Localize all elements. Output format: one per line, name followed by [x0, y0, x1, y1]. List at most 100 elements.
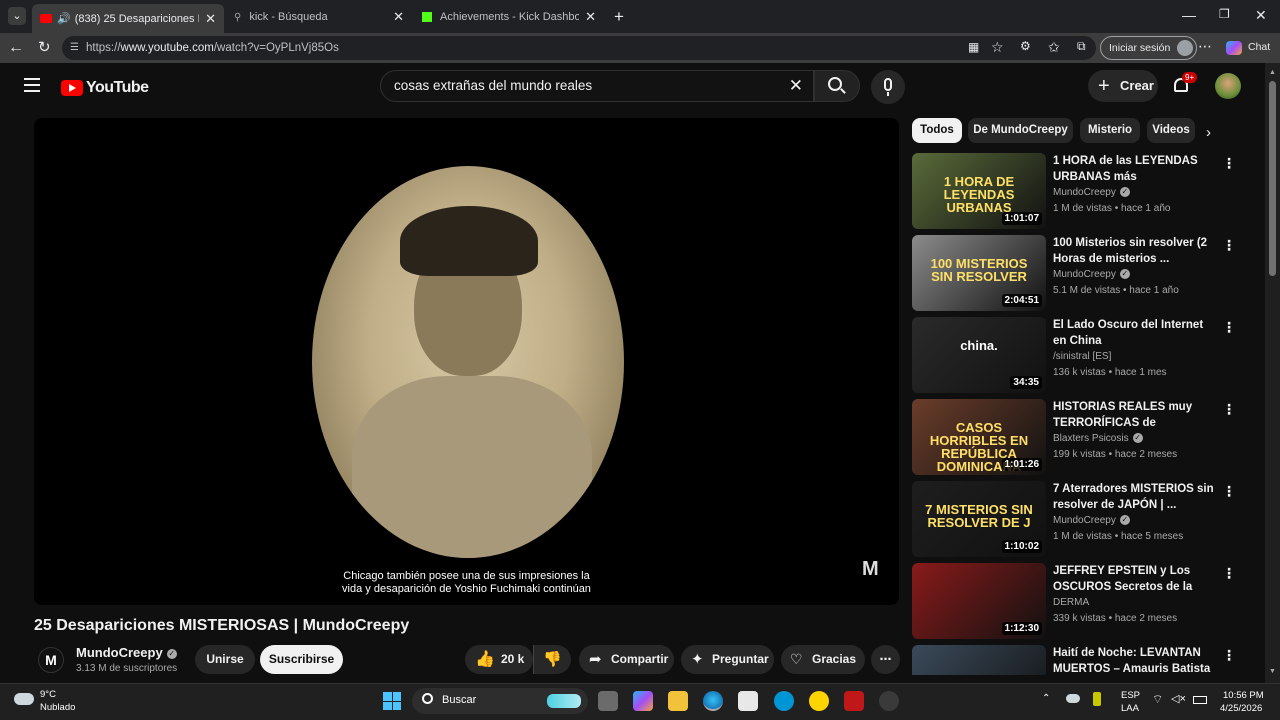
- chips-next-icon[interactable]: ›: [1206, 124, 1211, 141]
- recommendation-item[interactable]: 1 HORA DE LEYENDAS URBANAS 1:01:07 1 HORA …: [912, 153, 1242, 231]
- dislike-button[interactable]: 👎: [533, 645, 571, 674]
- signin-button[interactable]: Iniciar sesión: [1100, 36, 1198, 60]
- more-vertical-icon[interactable]: ⋮: [1222, 155, 1236, 172]
- more-actions-button[interactable]: ⋯: [871, 645, 900, 674]
- close-tab-icon[interactable]: ✕: [393, 9, 404, 25]
- battery-icon[interactable]: [1193, 696, 1207, 704]
- recommendation-item[interactable]: CASOS HORRIBLES EN REPÚBLICA DOMINICANA 1…: [912, 399, 1242, 477]
- chat-label[interactable]: Chat: [1248, 42, 1270, 53]
- maximize-icon[interactable]: ❐: [1219, 8, 1230, 20]
- like-button[interactable]: 👍 20 k: [465, 645, 533, 674]
- read-aloud-icon[interactable]: ▦: [968, 41, 979, 53]
- close-window-icon[interactable]: ✕: [1255, 8, 1267, 22]
- recommendation-item[interactable]: 1:12:30 JEFFREY EPSTEIN y Los OSCUROS Sec…: [912, 563, 1242, 641]
- video-player[interactable]: Chicago también posee una de sus impresi…: [34, 118, 899, 605]
- more-options-icon[interactable]: ⋯: [1198, 39, 1212, 53]
- recommendation-title[interactable]: JEFFREY EPSTEIN y Los OSCUROS Secretos d…: [1053, 563, 1219, 595]
- edge-browser-icon[interactable]: [703, 691, 723, 711]
- channel-avatar[interactable]: M: [38, 647, 64, 673]
- show-hidden-icons[interactable]: ⌃: [1042, 693, 1050, 704]
- more-vertical-icon[interactable]: ⋮: [1222, 483, 1236, 500]
- clock-time[interactable]: 10:56 PM: [1223, 690, 1264, 701]
- video-thumbnail[interactable]: 100 MISTERIOS SIN RESOLVER 2:04:51: [912, 235, 1046, 311]
- join-button[interactable]: Unirse: [195, 645, 255, 674]
- collections-icon[interactable]: ⧉: [1077, 40, 1086, 52]
- wifi-icon[interactable]: ⌔: [1152, 692, 1163, 707]
- recommendation-item[interactable]: 100 MISTERIOS SIN RESOLVER 2:04:51 100 Mis…: [912, 235, 1242, 313]
- channel-watermark[interactable]: M: [862, 558, 884, 580]
- video-thumbnail[interactable]: 7 MISTERIOS SIN RESOLVER DE J 1:10:02: [912, 481, 1046, 557]
- usb-icon[interactable]: [1093, 692, 1101, 706]
- copilot-app-icon[interactable]: [633, 691, 653, 711]
- search-button[interactable]: [814, 70, 860, 102]
- task-view-icon[interactable]: [598, 691, 618, 711]
- ask-button[interactable]: ✦ Preguntar: [681, 645, 774, 674]
- favorite-star-icon[interactable]: ☆: [991, 40, 1004, 54]
- create-button[interactable]: + Crear: [1088, 70, 1158, 102]
- channel-name[interactable]: MundoCreepy ✓: [76, 645, 177, 660]
- video-thumbnail[interactable]: [912, 645, 1046, 675]
- tab-youtube[interactable]: 🔊 (838) 25 Desapariciones MISTERIO ✕: [32, 4, 224, 33]
- close-tab-icon[interactable]: ✕: [205, 11, 216, 27]
- menu-icon[interactable]: [24, 78, 40, 92]
- video-thumbnail[interactable]: 1 HORA DE LEYENDAS URBANAS 1:01:07: [912, 153, 1046, 229]
- video-thumbnail[interactable]: CASOS HORRIBLES EN REPÚBLICA DOMINICANA 1…: [912, 399, 1046, 475]
- scroll-up-icon[interactable]: ▲: [1269, 69, 1276, 76]
- scroll-down-icon[interactable]: ▼: [1269, 668, 1276, 675]
- speaker-icon[interactable]: 🔊: [57, 12, 71, 25]
- video-thumbnail[interactable]: china. 34:35: [912, 317, 1046, 393]
- minimize-icon[interactable]: —: [1182, 8, 1196, 22]
- recommendation-title[interactable]: El Lado Oscuro del Internet en China: [1053, 317, 1219, 349]
- back-icon[interactable]: ←: [8, 40, 24, 56]
- chatgpt-icon[interactable]: [879, 691, 899, 711]
- taskbar-search[interactable]: Buscar: [412, 688, 588, 714]
- recommendation-channel[interactable]: MundoCreepy ✓: [1053, 515, 1130, 526]
- copilot-icon[interactable]: [1226, 41, 1242, 55]
- volume-icon[interactable]: ◁×: [1171, 692, 1186, 705]
- notifications-button[interactable]: 9+: [1172, 72, 1198, 96]
- recommendation-channel[interactable]: MundoCreepy ✓: [1053, 269, 1130, 280]
- share-button[interactable]: ➦ Compartir: [579, 645, 674, 674]
- chip-mystery[interactable]: Misterio: [1080, 118, 1140, 143]
- more-vertical-icon[interactable]: ⋮: [1222, 401, 1236, 418]
- favorites-icon[interactable]: ✩: [1048, 40, 1060, 54]
- clock-date[interactable]: 4/25/2026: [1220, 703, 1262, 714]
- mcafee-icon[interactable]: [844, 691, 864, 711]
- voice-search-button[interactable]: [871, 70, 905, 104]
- chip-from-channel[interactable]: De MundoCreepy: [968, 118, 1073, 143]
- reload-icon[interactable]: ↻: [38, 40, 51, 55]
- recommendation-title[interactable]: 1 HORA de las LEYENDAS URBANAS más ATERR…: [1053, 153, 1219, 185]
- language-top[interactable]: ESP: [1121, 690, 1140, 701]
- recommendation-channel[interactable]: /sinistral [ES]: [1053, 351, 1111, 362]
- new-tab-icon[interactable]: +: [614, 8, 624, 25]
- recommendation-title[interactable]: Haití de Noche: LEVANTAN MUERTOS – Amaur…: [1053, 645, 1219, 675]
- norton-icon[interactable]: [809, 691, 829, 711]
- tab-kick-dashboard[interactable]: Achievements - Kick Dashboard ✕: [414, 5, 604, 29]
- address-bar[interactable]: ☰ https://www.youtube.com/watch?v=OyPLnV…: [62, 36, 1096, 60]
- clear-search-icon[interactable]: ✕: [789, 71, 803, 101]
- recommendation-channel[interactable]: MundoCreepy ✓: [1053, 187, 1130, 198]
- more-vertical-icon[interactable]: ⋮: [1222, 237, 1236, 254]
- recommendation-title[interactable]: HISTORIAS REALES muy TERRORÍFICAS de REP…: [1053, 399, 1219, 431]
- tab-kick-search[interactable]: ⚲ kick - Búsqueda ✕: [226, 5, 412, 29]
- search-input[interactable]: cosas extrañas del mundo reales ✕: [380, 70, 814, 102]
- language-bottom[interactable]: LAA: [1121, 703, 1139, 714]
- recommendation-item[interactable]: china. 34:35 El Lado Oscuro del Internet e…: [912, 317, 1242, 395]
- chip-all[interactable]: Todos: [912, 118, 962, 143]
- page-scrollbar[interactable]: ▲ ▼: [1265, 63, 1280, 683]
- recommendation-title[interactable]: 100 Misterios sin resolver (2 Horas de m…: [1053, 235, 1219, 267]
- chip-videos[interactable]: Videos: [1147, 118, 1195, 143]
- recommendation-title[interactable]: 7 Aterradores MISTERIOS sin resolver de …: [1053, 481, 1219, 513]
- subscribe-button[interactable]: Suscribirse: [260, 645, 343, 674]
- recommendation-channel[interactable]: DERMA: [1053, 597, 1089, 608]
- store-icon[interactable]: [738, 691, 758, 711]
- more-vertical-icon[interactable]: ⋮: [1222, 565, 1236, 582]
- hp-icon[interactable]: [774, 691, 794, 711]
- account-avatar[interactable]: [1215, 73, 1241, 99]
- recommendation-item[interactable]: 7 MISTERIOS SIN RESOLVER DE J 1:10:02 7 At…: [912, 481, 1242, 559]
- onedrive-icon[interactable]: [1066, 694, 1080, 703]
- close-tab-icon[interactable]: ✕: [585, 9, 596, 25]
- extension-icon[interactable]: ⚙: [1020, 40, 1031, 52]
- file-explorer-icon[interactable]: [668, 691, 688, 711]
- weather-widget[interactable]: 9°C Nublado: [14, 689, 84, 715]
